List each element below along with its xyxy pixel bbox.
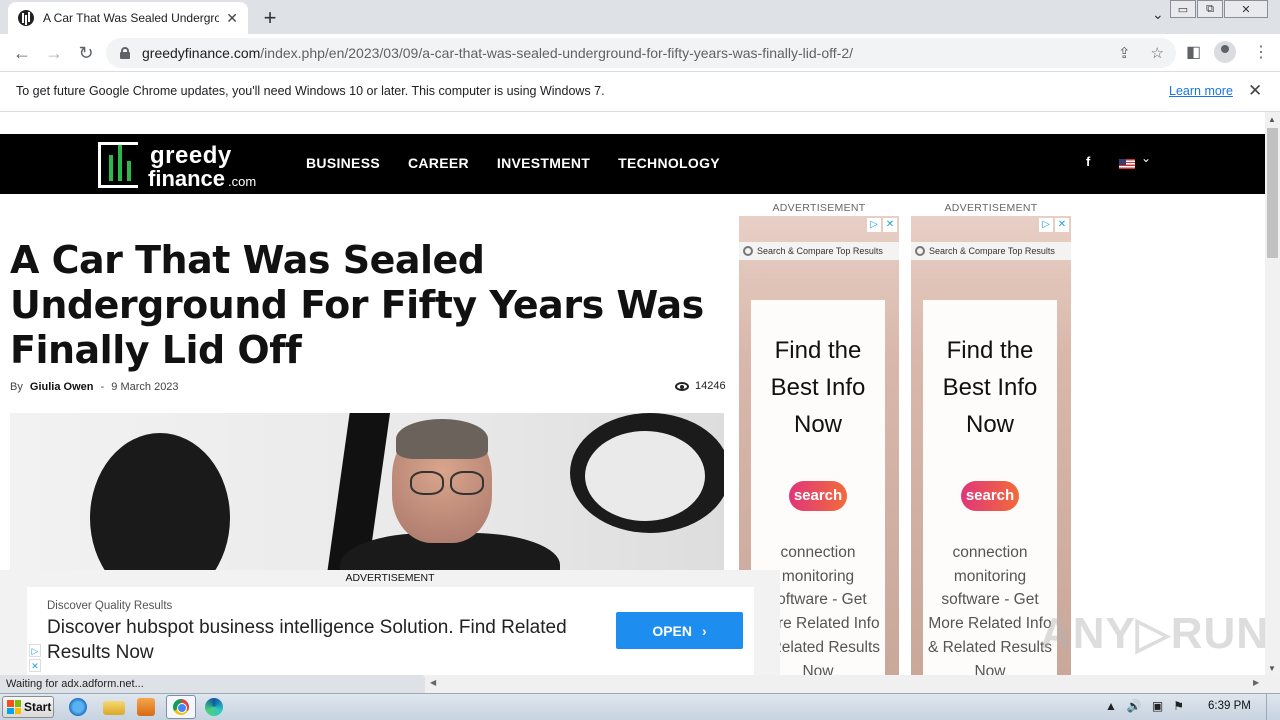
bottom-ad-card[interactable]: Discover Quality Results Discover hubspo… [27,587,754,675]
chrome-taskbar-button[interactable] [166,695,196,719]
adchoices-icon[interactable]: ▷ [29,644,41,657]
menu-item-technology[interactable]: TECHNOLOGY [618,155,720,171]
facebook-icon[interactable]: f [1086,154,1090,169]
ad-body: connection monitoring software - Get Mor… [927,544,1053,675]
ad-card[interactable]: Find the Best Info Now search connection… [923,300,1057,675]
ad-search-bar: Search & Compare Top Results [911,242,1071,260]
minimize-button[interactable]: ▭ [1170,0,1196,18]
update-infobar: To get future Google Chrome updates, you… [0,72,1280,112]
article-date: 9 March 2023 [111,381,179,393]
menu-item-investment[interactable]: INVESTMENT [497,155,590,171]
menu-item-career[interactable]: CAREER [408,155,469,171]
bottom-ad-choices[interactable]: ▷ ✕ [29,644,41,672]
bookmark-star-icon[interactable]: ☆ [1151,44,1164,62]
ad-label: ADVERTISEMENT [944,202,1038,214]
view-count: 14246 [675,380,726,392]
volume-icon[interactable]: 🔊 [1127,699,1142,713]
forward-icon[interactable]: → [42,41,66,65]
ad-choices-icon[interactable]: ▷ ✕ [1039,218,1069,232]
restore-button[interactable]: ⧉ [1197,0,1223,18]
file-explorer-icon[interactable] [103,701,125,715]
chrome-icon [173,699,189,715]
ad-choices-icon[interactable]: ▷ ✕ [867,218,897,232]
tab-title: A Car That Was Sealed Underground For Fi… [43,11,219,25]
chrome-menu-icon[interactable]: ⋮ [1253,42,1269,62]
article-byline: By Giulia Owen - 9 March 2023 [10,381,179,393]
scroll-right-icon[interactable]: ▶ [1253,678,1259,687]
bottom-ad-headline[interactable]: Discover hubspot business intelligence S… [47,615,587,665]
menu-item-business[interactable]: BUSINESS [306,155,380,171]
side-panel-icon[interactable]: ◧ [1186,42,1201,62]
scroll-left-icon[interactable]: ◀ [430,678,436,687]
language-chevron-icon[interactable]: ⌄ [1141,151,1151,165]
tab-close-icon[interactable]: ✕ [226,10,238,27]
address-bar[interactable]: greedyfinance.com/index.php/en/2023/03/0… [106,38,1176,68]
greedyfinance-logo[interactable]: greedy finance .com [98,142,278,191]
system-tray: ▲ 🔊 ▣ ⚑ [1105,699,1184,713]
scroll-down-icon[interactable]: ▼ [1268,664,1276,673]
ad-title: Find the Best Info Now [942,337,1038,438]
ad-search-bar: Search & Compare Top Results [739,242,899,260]
learn-more-link[interactable]: Learn more [1169,84,1233,98]
anyrun-watermark: ANY▷RUN [1040,609,1270,658]
browser-tab[interactable]: A Car That Was Sealed Underground For Fi… [8,2,248,34]
logo-chart-icon [98,142,138,188]
vertical-scrollbar[interactable]: ▲ ▼ [1265,112,1280,675]
window-controls: ▭ ⧉ ✕ [1169,0,1268,18]
us-flag-icon[interactable] [1119,159,1135,169]
share-icon[interactable]: ⇪ [1118,44,1131,62]
show-desktop-button[interactable] [1266,694,1280,720]
ad-search-pill[interactable]: search [789,481,847,511]
tray-expand-icon[interactable]: ▲ [1105,699,1117,713]
start-button[interactable]: Start [2,696,54,718]
status-bar: Waiting for adx.adform.net... ◀ ▶ [0,675,1280,693]
chevron-right-icon: › [702,622,707,639]
windows-taskbar: Start ▲ 🔊 ▣ ⚑ 6:39 PM [0,693,1280,720]
edge-icon[interactable] [205,698,223,716]
profile-avatar[interactable] [1214,41,1236,63]
bottom-ad: ADVERTISEMENT Discover Quality Results D… [0,570,780,675]
infobar-message: To get future Google Chrome updates, you… [16,84,605,98]
ad-search-pill[interactable]: search [961,481,1019,511]
eye-icon [675,381,689,391]
site-header: greedy finance .com BUSINESS CAREER INVES… [0,134,1265,194]
taskbar-clock[interactable]: 6:39 PM [1208,700,1251,712]
network-icon[interactable]: ▣ [1152,699,1163,713]
back-icon[interactable]: ← [10,41,34,65]
close-window-button[interactable]: ✕ [1224,0,1268,18]
open-button[interactable]: OPEN › [616,612,743,649]
scroll-up-icon[interactable]: ▲ [1268,115,1276,124]
reload-icon[interactable]: ↻ [74,41,98,65]
windows-logo-icon [7,700,21,714]
url-text: greedyfinance.com/index.php/en/2023/03/0… [142,45,853,61]
ad-title: Find the Best Info Now [770,337,866,438]
new-tab-button[interactable]: + [258,5,282,31]
search-icon [743,246,753,256]
author-link[interactable]: Giulia Owen [30,381,94,393]
internet-explorer-icon[interactable] [69,698,87,716]
article-headline: A Car That Was Sealed Underground For Fi… [10,238,704,372]
tab-search-icon[interactable]: ⌄ [1152,6,1164,23]
side-ad-2[interactable]: ADVERTISEMENT ▷ ✕ Search & Compare Top Re… [911,202,1071,675]
status-text: Waiting for adx.adform.net... [0,675,425,693]
tab-strip: A Car That Was Sealed Underground For Fi… [0,0,1280,34]
infobar-close-icon[interactable]: ✕ [1248,81,1262,101]
bottom-ad-sub: Discover Quality Results [47,600,173,612]
lock-icon[interactable] [120,47,130,59]
browser-toolbar: ← → ↻ greedyfinance.com/index.php/en/202… [0,34,1280,72]
ad-label: ADVERTISEMENT [772,202,866,214]
main-menu: BUSINESS CAREER INVESTMENT TECHNOLOGY [306,155,720,171]
site-favicon-icon [18,10,34,26]
search-icon [915,246,925,256]
article-hero-image [10,413,724,573]
bottom-ad-label: ADVERTISEMENT [345,572,435,584]
action-center-flag-icon[interactable]: ⚑ [1173,699,1184,713]
ad-close-icon[interactable]: ✕ [29,659,41,672]
media-player-icon[interactable] [137,698,155,716]
scroll-thumb[interactable] [1267,128,1278,258]
